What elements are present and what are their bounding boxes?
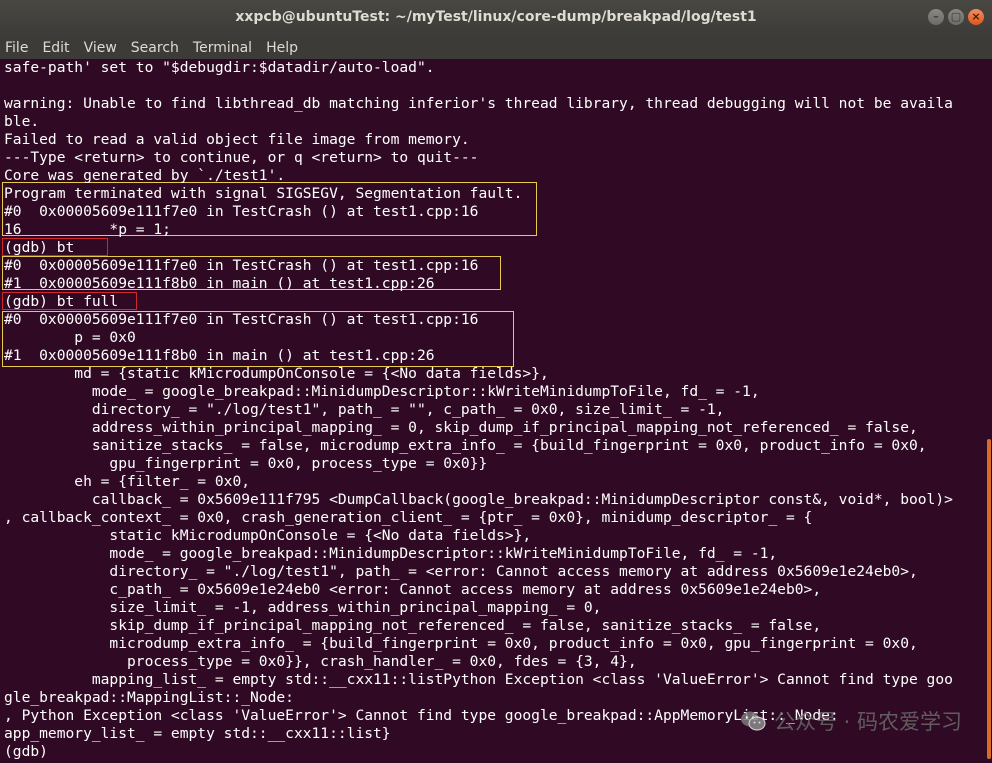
watermark: 公众号 · 码农爱学习 [740,706,962,736]
terminal-line: #0 0x00005609e111f7e0 in TestCrash () at… [4,203,479,220]
terminal-line: 16 *p = 1; [4,221,171,238]
terminal-line: size_limit_ = -1, address_within_princip… [4,599,602,616]
terminal-line: md = {static kMicrodumpOnConsole = {<No … [4,365,549,382]
window-title: xxpcb@ubuntuTest: ~/myTest/linux/core-du… [235,9,757,25]
terminal-line: warning: Unable to find libthread_db mat… [4,95,953,112]
window-controls: – ▢ × [928,9,984,25]
menu-view[interactable]: View [84,40,117,56]
terminal-line: process_type = 0x0}}, crash_handler_ = 0… [4,653,637,670]
terminal-line: , callback_context_ = 0x0, crash_generat… [4,509,813,526]
terminal-line: static kMicrodumpOnConsole = {<No data f… [4,527,532,544]
terminal-line: sanitize_stacks_ = false, microdump_extr… [4,437,927,454]
terminal-line: gle_breakpad::MappingList::_Node: [4,689,294,706]
terminal-line: gpu_fingerprint = 0x0, process_type = 0x… [4,455,488,472]
terminal-scrollbar[interactable] [986,59,992,763]
menu-help[interactable]: Help [266,40,298,56]
terminal-line: #1 0x00005609e111f8b0 in main () at test… [4,347,435,364]
wechat-icon [740,710,766,732]
menu-bar: File Edit View Search Terminal Help [0,36,992,59]
terminal-line: address_within_principal_mapping_ = 0, s… [4,419,918,436]
window-titlebar[interactable]: xxpcb@ubuntuTest: ~/myTest/linux/core-du… [0,0,992,36]
watermark-text: 公众号 · 码农爱学习 [773,710,962,734]
terminal-line: directory_ = "./log/test1", path_ = <err… [4,563,918,580]
terminal-line: mapping_list_ = empty std::__cxx11::list… [4,671,953,688]
maximize-button[interactable]: ▢ [948,9,964,25]
terminal-line: #1 0x00005609e111f8b0 in main () at test… [4,275,435,292]
terminal-line: callback_ = 0x5609e111f795 <DumpCallback… [4,491,953,508]
terminal-line: Program terminated with signal SIGSEGV, … [4,185,523,202]
terminal-line: ble. [4,113,40,130]
scrollbar-thumb[interactable] [987,439,991,759]
terminal-line: (gdb) bt [4,239,75,256]
menu-search[interactable]: Search [131,40,179,56]
terminal-line: , Python Exception <class 'ValueError'> … [4,707,839,724]
terminal-line: Failed to read a valid object file image… [4,131,470,148]
terminal-line: microdump_extra_info_ = {build_fingerpri… [4,635,918,652]
terminal-line: app_memory_list_ = empty std::__cxx11::l… [4,725,391,742]
terminal-line: #0 0x00005609e111f7e0 in TestCrash () at… [4,311,479,328]
terminal-line: (gdb) [4,743,48,760]
terminal-line: Core was generated by `./test1'. [4,167,286,184]
terminal-line: p = 0x0 [4,329,136,346]
terminal-line: directory_ = "./log/test1", path_ = "", … [4,401,725,418]
terminal-line: (gdb) bt full [4,293,119,310]
menu-file[interactable]: File [5,40,28,56]
menu-terminal[interactable]: Terminal [193,40,252,56]
terminal-output[interactable]: safe-path' set to "$debugdir:$datadir/au… [0,59,986,763]
terminal-line: mode_ = google_breakpad::MinidumpDescrip… [4,383,760,400]
terminal-line: skip_dump_if_principal_mapping_not_refer… [4,617,822,634]
terminal-line: safe-path' set to "$debugdir:$datadir/au… [4,59,435,76]
close-button[interactable]: × [968,9,984,25]
terminal-line: c_path_ = 0x5609e1e24eb0 <error: Cannot … [4,581,822,598]
menu-edit[interactable]: Edit [42,40,69,56]
terminal-line: #0 0x00005609e111f7e0 in TestCrash () at… [4,257,479,274]
terminal-line: ---Type <return> to continue, or q <retu… [4,149,479,166]
terminal-line: mode_ = google_breakpad::MinidumpDescrip… [4,545,778,562]
terminal-line: eh = {filter_ = 0x0, [4,473,251,490]
minimize-button[interactable]: – [928,9,944,25]
